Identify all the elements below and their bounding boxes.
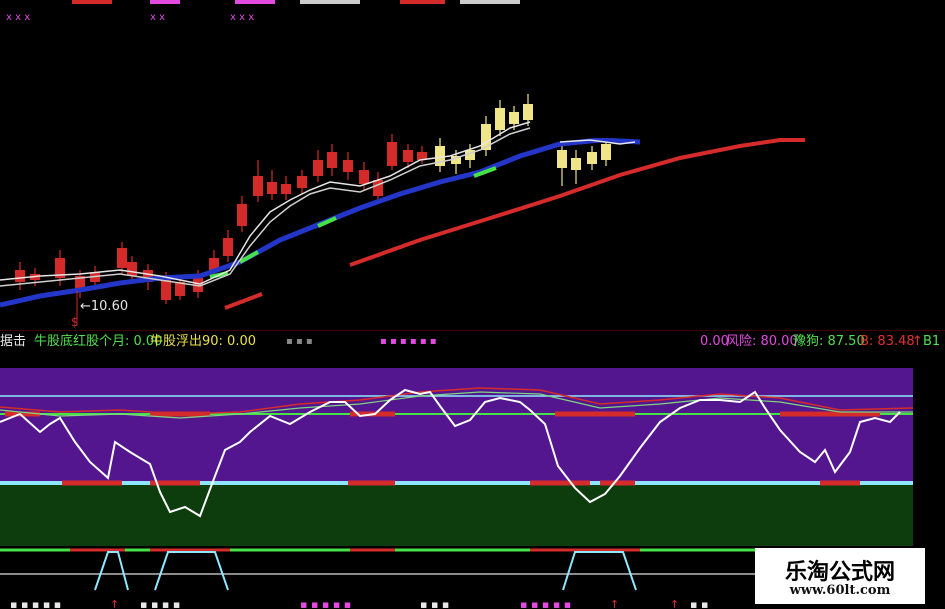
candle-body [117,248,127,268]
candle-body [223,238,233,256]
svg-text:x x x: x x x [230,12,254,23]
ma-red-line [224,292,263,310]
mid-value-label: 0.00 [700,334,729,349]
candle-body [343,160,353,172]
svg-text:x x: x x [150,12,165,23]
signal-pulse-3 [562,551,637,591]
candle-body [281,184,291,194]
candle-body [523,104,533,120]
svg-text:▪ ▪ ▪ ▪: ▪ ▪ ▪ ▪ [140,598,180,609]
candle-body [373,180,383,196]
osc-gap-top [0,352,945,368]
candle-body [313,160,323,176]
candle-body [253,176,263,196]
watermark-title: 乐淘公式网 [784,559,895,585]
candle-body [237,204,247,226]
b-value-label: B: 83.48 [860,334,915,349]
svg-text:↑: ↑ [610,598,619,609]
watermark-url: www.60lt.com [789,583,891,598]
left-cut-label: 据击 [0,334,27,349]
bull-float-label: 牛股浮出90: 0.00 [150,334,256,349]
svg-text:▪ ▪ ▪ ▪ ▪: ▪ ▪ ▪ ▪ ▪ [520,598,571,609]
candle-body [297,176,307,188]
signal-pulse-2 [154,551,229,591]
signal-pulse-1 [94,551,129,591]
elephant-label: 豫狗: 87.50 [793,334,865,349]
ma-white-line-2 [0,127,531,287]
candle-body [509,112,519,124]
svg-text:↑: ↑ [670,598,679,609]
candle-body [327,152,337,168]
svg-text:x x x: x x x [6,12,30,23]
candlesticks [15,94,611,304]
mid-cut-fragments-2: ▪ ▪ ▪ ▪ ▪ ▪ [380,336,437,347]
b1-cut-label: B1 [923,334,941,349]
candle-body [267,182,277,194]
indicator-label-strip: 据击 牛股底红股个月: 0.00 牛股浮出90: 0.00 ▪ ▪ ▪ ▪ ▪ … [0,330,945,353]
candle-body [587,152,597,164]
watermark-box: 乐淘公式网 www.60lt.com [755,548,925,604]
bottom-legend-fragments: ▪ ▪ ▪ ▪ ▪ ↑ ▪ ▪ ▪ ▪ ▪ ▪ ▪ ▪ ▪ ▪ ▪ ▪ ▪ ▪ … [10,598,708,609]
candle-body [495,108,505,130]
stock-chart-window: x x x x x x x x ←10.60 $ 据击 牛股底红股个月: 0.0… [0,0,945,609]
down-arrow-marker: $ [71,315,79,329]
svg-text:▪ ▪ ▪ ▪ ▪: ▪ ▪ ▪ ▪ ▪ [300,598,351,609]
mid-cut-fragments: ▪ ▪ ▪ [286,336,313,347]
svg-text:▪ ▪: ▪ ▪ [690,598,708,609]
ma-white-line [0,121,531,285]
low-price-marker: ←10.60 [80,299,128,314]
svg-text:▪ ▪ ▪ ▪ ▪: ▪ ▪ ▪ ▪ ▪ [10,598,61,609]
svg-text:↑: ↑ [110,598,119,609]
candle-body [127,262,137,276]
risk-label: 风险: 80.00 [726,334,798,349]
candle-body [601,144,611,160]
candle-body [557,150,567,168]
bull-red-month-label: 牛股底红股个月: 0.00 [34,334,163,349]
candle-body [359,170,369,184]
occlusion-block [540,0,945,138]
svg-text:▪ ▪ ▪: ▪ ▪ ▪ [420,598,449,609]
price-chart[interactable]: x x x x x x x x ←10.60 $ [0,0,945,330]
candle-body [387,142,397,166]
osc-green-zone [0,482,913,546]
b-up-arrow-icon: ↑ [912,334,923,349]
candle-body [403,150,413,162]
candle-body [571,158,581,170]
candle-body [15,270,25,282]
candle-body [161,280,171,300]
